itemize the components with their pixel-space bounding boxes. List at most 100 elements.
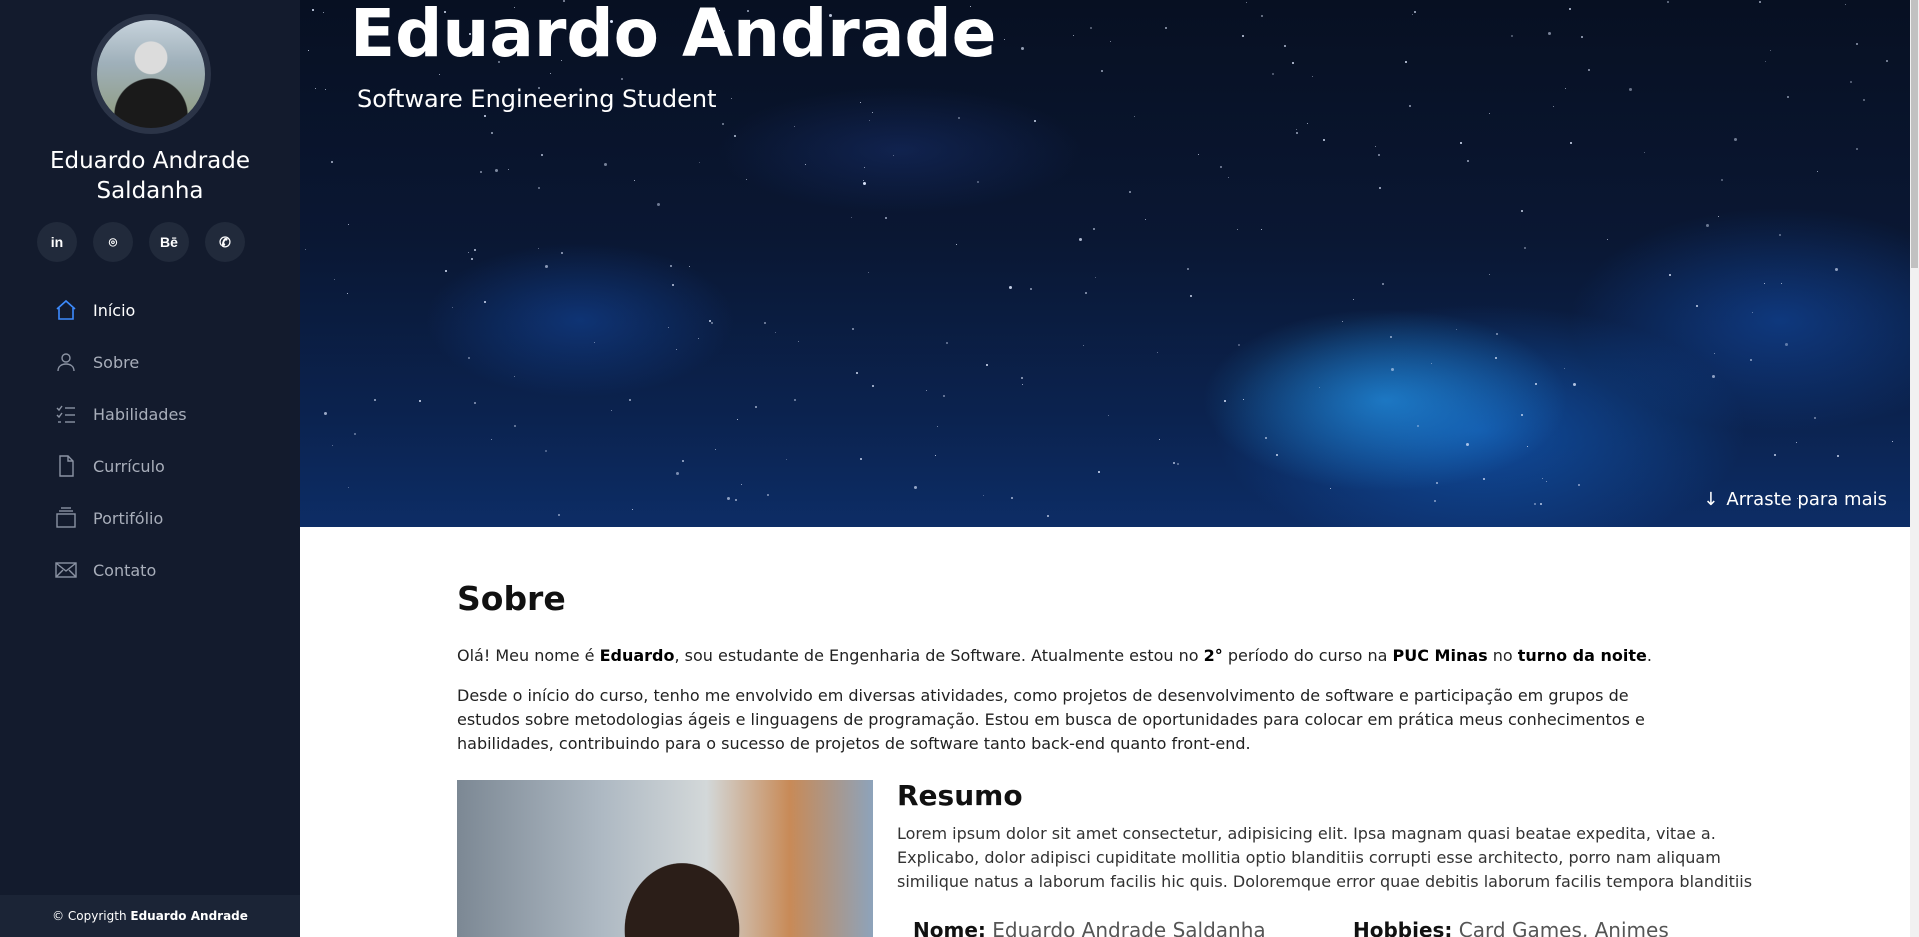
star	[1264, 436, 1267, 439]
star	[1796, 442, 1798, 444]
intro-text: período do curso na	[1222, 646, 1393, 665]
star	[1307, 123, 1309, 125]
star	[507, 169, 509, 171]
whatsapp-link[interactable]: ✆	[205, 222, 245, 262]
star	[331, 444, 333, 446]
sidebar: Eduardo Andrade Saldanha in ⌾ Bē ✆ Iníci…	[0, 0, 300, 937]
star	[1237, 229, 1239, 231]
nav-item-curriculo[interactable]: Currículo	[0, 440, 300, 492]
star	[634, 179, 636, 181]
star	[871, 384, 874, 387]
star	[946, 341, 949, 344]
scroll-hint[interactable]: ↓ Arraste para mais	[1703, 489, 1887, 510]
star	[1378, 153, 1381, 156]
star	[1533, 503, 1536, 506]
star	[308, 49, 310, 51]
star	[1460, 142, 1463, 145]
star	[794, 126, 796, 128]
intro-shift: turno da noite	[1517, 646, 1647, 665]
star	[657, 202, 661, 206]
nav-item-portifolio[interactable]: Portifólio	[0, 492, 300, 544]
star	[1190, 294, 1193, 297]
star	[850, 216, 852, 218]
star	[1695, 305, 1698, 308]
star	[1526, 446, 1528, 448]
github-icon: ⌾	[108, 233, 118, 250]
star	[986, 364, 989, 367]
star	[934, 454, 936, 456]
star	[983, 495, 985, 497]
star	[681, 459, 684, 462]
star	[374, 398, 377, 401]
star	[545, 450, 548, 453]
star	[1721, 179, 1724, 182]
scroll-hint-label: Arraste para mais	[1726, 489, 1887, 510]
github-link[interactable]: ⌾	[93, 222, 133, 262]
star	[473, 402, 476, 405]
star	[852, 327, 855, 330]
scrollbar-thumb[interactable]	[1911, 0, 1918, 268]
star	[1110, 40, 1112, 42]
star	[860, 457, 863, 460]
nav-item-contato[interactable]: Contato	[0, 544, 300, 596]
star	[1434, 500, 1437, 503]
star	[1564, 368, 1566, 370]
star	[1770, 50, 1772, 52]
nav-label: Contato	[93, 560, 157, 580]
star	[1020, 376, 1023, 379]
nav-item-habilidades[interactable]: Habilidades	[0, 388, 300, 440]
star	[1714, 353, 1716, 355]
user-icon	[54, 350, 78, 374]
star	[621, 77, 624, 80]
star	[444, 270, 447, 273]
star	[1272, 72, 1275, 75]
star	[594, 341, 596, 343]
intro-text: .	[1646, 646, 1652, 665]
star	[483, 301, 486, 304]
info-value: Card Games, Animes	[1458, 918, 1669, 937]
star	[483, 114, 486, 117]
star	[1521, 413, 1524, 416]
star	[1570, 141, 1573, 144]
star	[1786, 96, 1789, 99]
page-scrollbar[interactable]	[1910, 0, 1919, 937]
star	[513, 424, 516, 427]
star	[1765, 60, 1767, 62]
star	[1758, 0, 1761, 3]
star	[1079, 238, 1083, 242]
hero-subtitle: Software Engineering Student	[357, 85, 717, 113]
star	[1489, 274, 1491, 276]
star	[1845, 4, 1847, 6]
star	[491, 439, 493, 441]
hero-title: Eduardo Andrade	[350, 0, 997, 72]
star	[698, 337, 700, 339]
star	[1667, 0, 1670, 3]
star	[1628, 87, 1632, 91]
star	[1785, 342, 1789, 346]
star	[1763, 283, 1765, 285]
star	[557, 513, 560, 516]
star	[1588, 68, 1591, 71]
star	[1283, 44, 1286, 47]
behance-link[interactable]: Bē	[149, 222, 189, 262]
nav-item-sobre[interactable]: Sobre	[0, 336, 300, 388]
star	[1296, 128, 1298, 130]
star	[1573, 382, 1577, 386]
star	[1717, 216, 1719, 218]
star	[1242, 35, 1245, 38]
nav-item-inicio[interactable]: Início	[0, 284, 300, 336]
star	[1382, 282, 1385, 285]
star	[610, 410, 612, 412]
nav-label: Habilidades	[93, 404, 187, 424]
star	[514, 376, 516, 378]
star	[1886, 59, 1889, 62]
star	[1416, 424, 1419, 427]
star	[734, 134, 737, 137]
linkedin-link[interactable]: in	[37, 222, 77, 262]
star	[1260, 228, 1262, 230]
home-icon	[54, 298, 78, 322]
star	[860, 101, 862, 103]
star	[722, 123, 725, 126]
star	[740, 483, 742, 485]
star	[1749, 359, 1752, 362]
